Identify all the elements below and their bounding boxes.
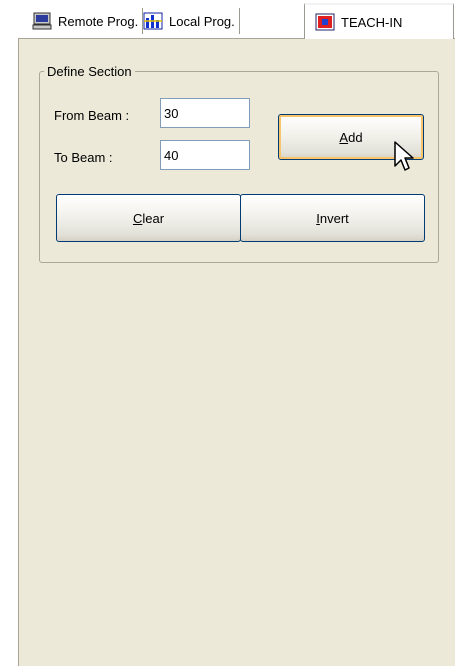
tab-label: Local Prog. <box>169 13 235 29</box>
tab-teach-in[interactable]: TEACH-IN <box>304 3 454 39</box>
computer-icon <box>32 12 52 30</box>
from-beam-input[interactable] <box>160 98 250 128</box>
define-section-group: Define Section From Beam : To Beam : Add… <box>39 63 439 263</box>
to-beam-label: To Beam : <box>54 150 113 165</box>
invert-button[interactable]: Invert <box>240 194 425 242</box>
add-label: dd <box>348 129 363 145</box>
red-square-icon <box>315 13 335 31</box>
clear-mnemonic: C <box>132 210 143 226</box>
add-mnemonic: A <box>339 129 349 145</box>
tab-label: Remote Prog. <box>58 13 139 29</box>
invert-label: nvert <box>319 210 349 226</box>
chart-icon <box>143 12 163 30</box>
tab-remote-prog[interactable]: Remote Prog. <box>28 8 144 34</box>
to-beam-input[interactable] <box>160 140 250 170</box>
mouse-pointer-icon <box>393 140 417 176</box>
tab-label: TEACH-IN <box>341 14 403 30</box>
from-beam-label: From Beam : <box>54 108 130 123</box>
clear-label: lear <box>142 210 165 226</box>
group-title: Define Section <box>44 63 135 80</box>
tab-strip: Remote Prog. Local Prog. TEACH-IN <box>0 0 461 39</box>
clear-button[interactable]: Clear <box>56 194 241 242</box>
tab-local-prog[interactable]: Local Prog. <box>139 8 240 34</box>
teach-in-panel: Define Section From Beam : To Beam : Add… <box>18 38 455 666</box>
